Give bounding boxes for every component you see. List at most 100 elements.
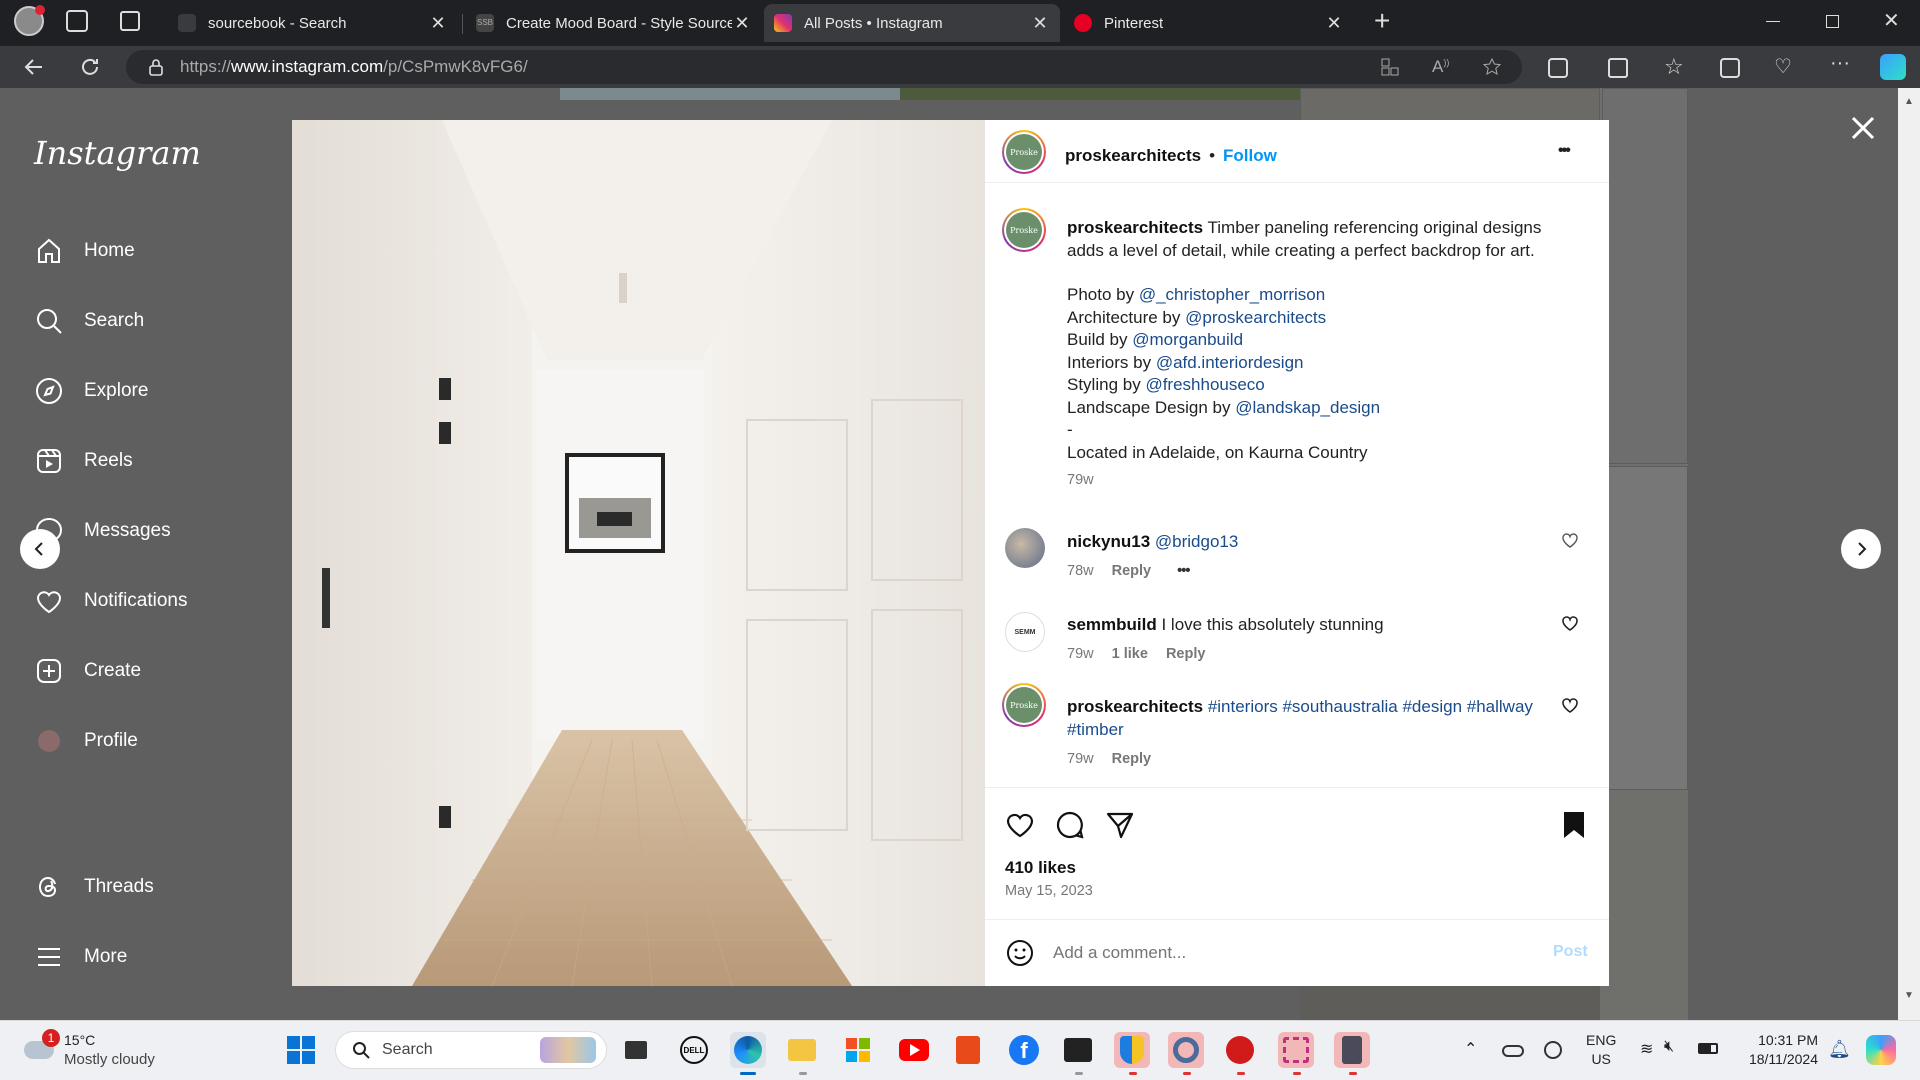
- comment-icon[interactable]: [1055, 810, 1085, 840]
- collections-icon[interactable]: [1720, 58, 1740, 78]
- copilot-taskbar-icon[interactable]: [1866, 1035, 1896, 1065]
- commenter-avatar[interactable]: SEMM: [1005, 612, 1045, 652]
- reply-button[interactable]: Reply: [1112, 751, 1152, 767]
- instagram-logo[interactable]: Instagram: [34, 134, 201, 172]
- copilot-icon[interactable]: [1880, 54, 1906, 80]
- app-available-icon[interactable]: [1380, 57, 1400, 77]
- author-avatar[interactable]: Proske: [1002, 130, 1046, 174]
- commenter-avatar[interactable]: [1005, 528, 1045, 568]
- follow-button[interactable]: Follow: [1223, 146, 1277, 166]
- profile-avatar[interactable]: [14, 5, 45, 36]
- new-tab-button[interactable]: +: [1374, 4, 1390, 38]
- office-icon[interactable]: [950, 1032, 986, 1068]
- mention-link[interactable]: @bridgo13: [1155, 532, 1238, 551]
- mention-link[interactable]: @landskap_design: [1235, 398, 1380, 417]
- read-aloud-icon[interactable]: A)): [1432, 57, 1449, 77]
- close-modal-icon[interactable]: [1848, 113, 1878, 143]
- snipping-icon[interactable]: [1278, 1032, 1314, 1075]
- caption-age[interactable]: 79w: [1067, 472, 1094, 488]
- show-hidden-icons[interactable]: ⌃: [1464, 1039, 1477, 1059]
- author-username[interactable]: proskearchitects: [1065, 146, 1201, 166]
- post-date[interactable]: May 15, 2023: [1005, 883, 1093, 899]
- taskbar-search-box[interactable]: Search: [335, 1031, 607, 1069]
- nav-notifications[interactable]: Notifications: [34, 586, 188, 616]
- restore-button[interactable]: [1826, 15, 1839, 28]
- close-tab-icon[interactable]: ✕: [732, 13, 752, 34]
- file-explorer-icon[interactable]: [784, 1032, 820, 1075]
- dell-icon[interactable]: DELL: [676, 1032, 712, 1068]
- page-scrollbar[interactable]: ▲ ▼: [1898, 88, 1920, 1020]
- task-view-icon[interactable]: [618, 1032, 654, 1068]
- wifi-icon[interactable]: ≋: [1640, 1039, 1653, 1059]
- address-bar[interactable]: https://www.instagram.com/p/CsPmwK8vFG6/…: [126, 50, 1522, 84]
- like-comment-icon[interactable]: [1561, 532, 1579, 550]
- refresh-icon[interactable]: [78, 55, 102, 79]
- nav-reels[interactable]: Reels: [34, 446, 133, 476]
- like-comment-icon[interactable]: [1561, 615, 1579, 633]
- browser-essentials-icon[interactable]: ♡: [1774, 54, 1792, 79]
- settings-icon[interactable]: [1168, 1032, 1204, 1075]
- workspaces-icon[interactable]: [66, 10, 88, 32]
- app-red-icon[interactable]: [1222, 1032, 1258, 1075]
- volume-muted-icon[interactable]: 🔇︎: [1664, 1038, 1674, 1056]
- split-screen-icon[interactable]: [1608, 58, 1628, 78]
- youtube-icon[interactable]: [896, 1032, 932, 1068]
- clock[interactable]: 10:31 PM 18/11/2024: [1736, 1031, 1818, 1069]
- more-options-icon[interactable]: •••: [1558, 142, 1571, 160]
- commenter-avatar[interactable]: Proske: [1002, 683, 1046, 727]
- store-icon[interactable]: [840, 1032, 876, 1068]
- favorite-star-icon[interactable]: [1482, 57, 1502, 77]
- nav-profile[interactable]: Profile: [34, 726, 138, 756]
- facebook-icon[interactable]: f: [1006, 1032, 1042, 1068]
- shield-icon[interactable]: [1114, 1032, 1150, 1075]
- saved-bookmark-icon[interactable]: [1561, 810, 1587, 840]
- comment-username[interactable]: semmbuild: [1067, 615, 1157, 634]
- mention-link[interactable]: @proskearchitects: [1185, 308, 1326, 327]
- calculator-icon[interactable]: [1334, 1032, 1370, 1075]
- nav-explore[interactable]: Explore: [34, 376, 148, 406]
- mention-link[interactable]: @freshhouseco: [1145, 375, 1264, 394]
- film-icon[interactable]: [1060, 1032, 1096, 1075]
- vertical-tabs-icon[interactable]: [120, 11, 140, 31]
- nav-more[interactable]: More: [34, 942, 127, 972]
- caption-username[interactable]: proskearchitects: [1067, 218, 1203, 237]
- favorites-icon[interactable]: ☆: [1664, 54, 1684, 80]
- tab-mood-board[interactable]: SSB Create Mood Board - Style Source ✕: [466, 4, 762, 42]
- next-post-button[interactable]: [1841, 529, 1881, 569]
- tab-sourcebook[interactable]: sourcebook - Search ✕: [168, 4, 458, 42]
- share-icon[interactable]: [1105, 810, 1135, 840]
- close-tab-icon[interactable]: ✕: [428, 13, 448, 34]
- close-tab-icon[interactable]: ✕: [1030, 13, 1050, 34]
- back-icon[interactable]: [22, 55, 46, 79]
- battery-icon[interactable]: [1698, 1043, 1718, 1054]
- nav-threads[interactable]: Threads: [34, 872, 154, 902]
- comment-options-icon[interactable]: •••: [1177, 563, 1190, 579]
- mention-link[interactable]: @_christopher_morrison: [1139, 285, 1325, 304]
- post-image[interactable]: [292, 120, 985, 986]
- minimize-button[interactable]: [1766, 21, 1780, 22]
- notification-bell-icon[interactable]: 🔔︎: [1828, 1039, 1851, 1060]
- language-indicator[interactable]: ENG US: [1586, 1031, 1616, 1069]
- like-comment-icon[interactable]: [1561, 697, 1579, 715]
- mention-link[interactable]: @afd.interiordesign: [1156, 353, 1304, 372]
- settings-more-icon[interactable]: ···: [1830, 52, 1850, 75]
- nav-home[interactable]: Home: [34, 236, 135, 266]
- comment-username[interactable]: nickynu13: [1067, 532, 1150, 551]
- lock-icon[interactable]: [148, 58, 164, 76]
- reply-button[interactable]: Reply: [1166, 646, 1206, 662]
- post-comment-button[interactable]: Post: [1553, 943, 1588, 961]
- sync-icon[interactable]: [1544, 1041, 1562, 1059]
- previous-post-button[interactable]: [20, 529, 60, 569]
- weather-widget[interactable]: 1 15°C Mostly cloudy: [20, 1029, 170, 1073]
- caption-avatar[interactable]: Proske: [1002, 208, 1046, 252]
- nav-create[interactable]: Create: [34, 656, 141, 686]
- comment-input[interactable]: [1053, 938, 1523, 968]
- comment-username[interactable]: proskearchitects: [1067, 697, 1203, 716]
- like-icon[interactable]: [1005, 810, 1035, 840]
- tab-pinterest[interactable]: Pinterest ✕: [1064, 4, 1354, 42]
- nav-search[interactable]: Search: [34, 306, 144, 336]
- mention-link[interactable]: @morganbuild: [1132, 330, 1243, 349]
- close-tab-icon[interactable]: ✕: [1324, 13, 1344, 34]
- reply-button[interactable]: Reply: [1112, 563, 1152, 579]
- likes-count[interactable]: 410 likes: [1005, 858, 1076, 878]
